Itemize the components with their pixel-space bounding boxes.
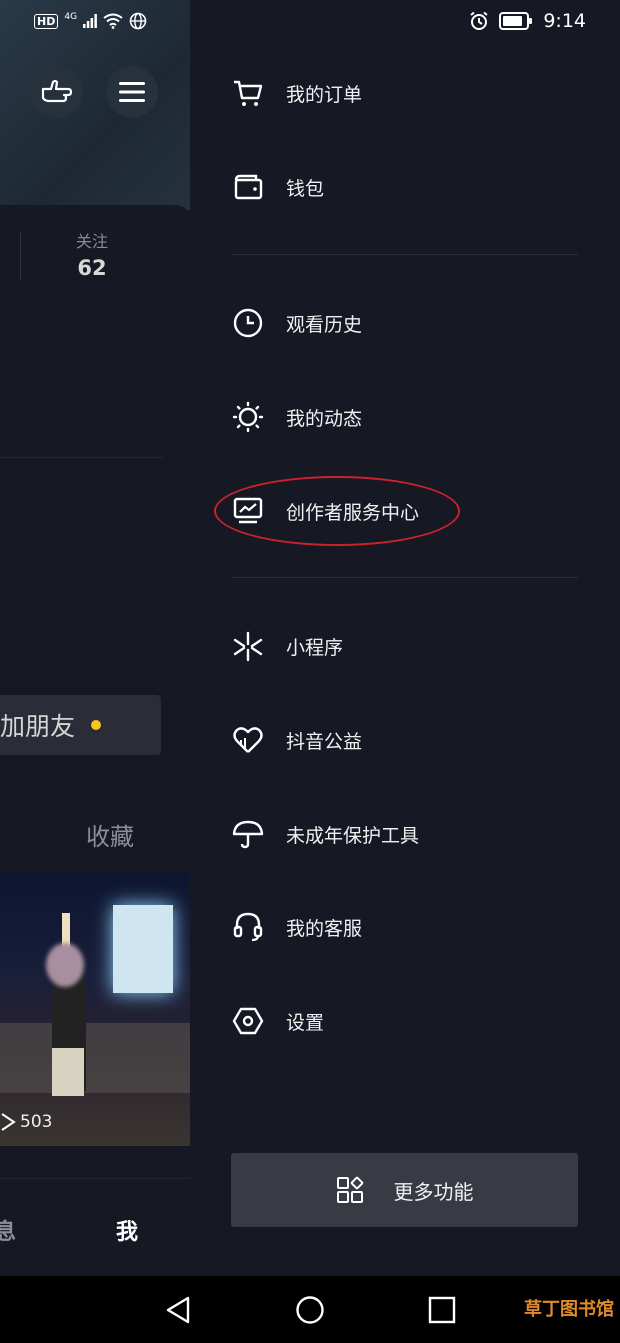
wallet-icon [232, 171, 264, 203]
sun-icon [232, 401, 264, 433]
add-friend-label: 加朋友 [0, 712, 76, 741]
menu-item-label: 抖音公益 [286, 730, 363, 753]
red-highlight-circle [214, 476, 460, 546]
globe-icon [129, 12, 147, 30]
mini-program-icon [232, 630, 264, 662]
network-type: 4G [64, 12, 78, 22]
follow-label: 关注 [75, 232, 108, 251]
section-divider [0, 457, 163, 458]
watermark-text: 草丁图书馆 [524, 1299, 614, 1320]
menu-item-history[interactable]: 观看历史 [232, 298, 362, 348]
status-time: 9:14 [543, 10, 586, 32]
wifi-icon [103, 13, 123, 29]
hd-badge: HD [34, 13, 59, 29]
menu-item-wallet[interactable]: 钱包 [232, 162, 324, 212]
status-bar-right: 9:14 [469, 10, 586, 32]
home-circle-icon[interactable] [295, 1295, 325, 1325]
menu-item-label: 我的订单 [286, 83, 363, 106]
profile-background: 关注 62 加朋友 收藏 503 息 我 [0, 0, 190, 1276]
notification-dot [91, 720, 102, 730]
drawer-divider [231, 254, 578, 255]
menu-item-charity[interactable]: 抖音公益 [232, 715, 362, 765]
drawer-divider [231, 577, 578, 578]
menu-item-label: 小程序 [286, 636, 344, 659]
profile-header [0, 0, 190, 210]
umbrella-icon [232, 818, 264, 850]
battery-icon [499, 12, 533, 30]
thumb-screen [113, 905, 173, 993]
grid-apps-icon [336, 1176, 363, 1203]
cart-icon [232, 77, 264, 109]
more-functions-button[interactable]: 更多功能 [231, 1153, 578, 1227]
stat-divider [20, 232, 21, 280]
heart-icon [232, 724, 264, 756]
hand-point-icon [41, 79, 73, 103]
hamburger-icon [119, 82, 145, 102]
signal-icon [83, 14, 97, 28]
menu-item-minor-protection[interactable]: 未成年保护工具 [232, 809, 419, 859]
menu-button[interactable] [106, 66, 158, 118]
menu-item-label: 设置 [286, 1011, 325, 1034]
hand-point-button[interactable] [31, 66, 83, 118]
play-outline-icon [1, 1113, 16, 1131]
menu-item-label: 未成年保护工具 [286, 824, 420, 847]
menu-item-label: 我的客服 [286, 917, 363, 940]
video-thumbnail[interactable] [0, 873, 190, 1146]
menu-item-customer-service[interactable]: 我的客服 [232, 902, 362, 952]
video-views: 503 [0, 1112, 52, 1132]
nav-message[interactable]: 息 [0, 1214, 16, 1246]
more-functions-label: 更多功能 [393, 1179, 474, 1204]
back-triangle-icon[interactable] [164, 1295, 192, 1325]
menu-item-orders[interactable]: 我的订单 [232, 68, 362, 118]
thumb-wall [0, 1023, 190, 1093]
recents-square-icon[interactable] [428, 1296, 456, 1324]
menu-item-label: 观看历史 [286, 313, 363, 336]
menu-item-settings[interactable]: 设置 [232, 996, 324, 1046]
tab-collect[interactable]: 收藏 [86, 817, 134, 852]
add-friend-button[interactable]: 加朋友 [0, 695, 161, 755]
follow-count[interactable]: 62 [60, 256, 124, 280]
menu-item-label: 我的动态 [286, 407, 363, 430]
thumb-legs [52, 1048, 84, 1096]
menu-item-mini-program[interactable]: 小程序 [232, 621, 343, 671]
alarm-icon [470, 11, 488, 30]
headset-icon [232, 911, 264, 943]
hexagon-settings-icon [232, 1005, 264, 1037]
thumb-blurred-face [46, 943, 84, 987]
nav-me[interactable]: 我 [116, 1214, 138, 1246]
video-views-count: 503 [20, 1112, 53, 1132]
menu-item-label: 钱包 [286, 177, 325, 200]
bottom-nav [0, 1178, 190, 1276]
clock-icon [232, 307, 264, 339]
status-bar-left: HD 4G [34, 12, 147, 30]
menu-item-activity[interactable]: 我的动态 [232, 392, 362, 442]
